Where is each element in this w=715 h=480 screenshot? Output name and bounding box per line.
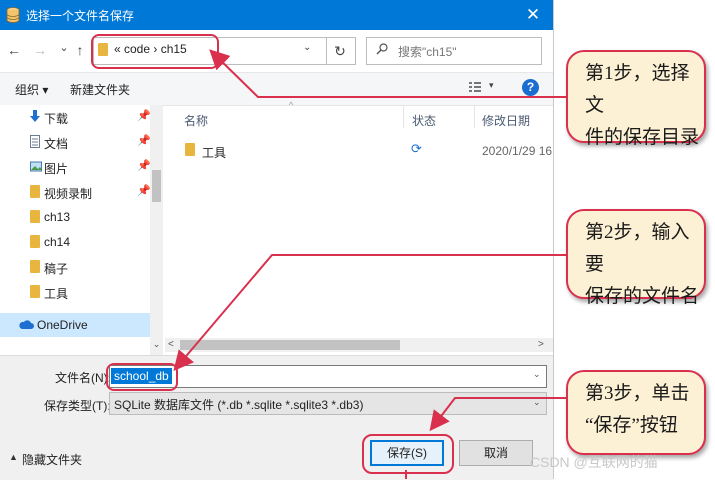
sidebar-item-label: 文档 (44, 137, 69, 151)
cancel-button[interactable]: 取消 (459, 440, 533, 466)
chevron-down-icon[interactable]: ⌄ (533, 369, 541, 380)
sidebar-item-label: ch14 (44, 235, 71, 249)
sidebar-item-label: 稿子 (44, 262, 69, 276)
download-arrow-icon (30, 110, 40, 122)
annotation-line: “保存”按钮 (585, 415, 678, 436)
annotation-line: 第1步，选择文 (585, 63, 690, 116)
sidebar-item-ch14[interactable]: ch14 (0, 230, 150, 254)
sort-caret-icon: ^ (289, 100, 294, 110)
sidebar-item-downloads[interactable]: 下载 📌 (0, 105, 151, 129)
sidebar-item-drafts[interactable]: 稿子 (0, 255, 150, 279)
annotation-line: 件的保存目录 (585, 127, 700, 148)
watermark: CSDN @互联网的猫 (530, 454, 658, 470)
sidebar-item-label: 图片 (44, 162, 69, 176)
view-dropdown-icon[interactable]: ▾ (489, 80, 494, 91)
organize-menu-button[interactable]: 组织 ▾ (15, 81, 48, 98)
column-header-name[interactable]: 名称 (184, 112, 208, 129)
refresh-icon[interactable]: ↻ (325, 37, 356, 65)
view-options-icon[interactable] (468, 80, 482, 94)
cloud-icon (19, 320, 34, 329)
sidebar-item-documents[interactable]: 文档 📌 (0, 130, 151, 154)
sidebar-item-pictures[interactable]: 图片 📌 (0, 155, 151, 179)
file-row-date: 2020/1/29 16 (482, 144, 553, 158)
column-header-date-modified[interactable]: 修改日期 (482, 112, 530, 129)
annotation-ring-save (362, 434, 454, 474)
up-arrow-icon[interactable]: ↑ (72, 41, 88, 59)
pin-icon[interactable]: 📌 (137, 134, 151, 147)
column-divider[interactable] (474, 106, 475, 128)
document-icon (30, 135, 40, 148)
annotation-line: 第2步，输入要 (585, 222, 690, 275)
sidebar-scrollbar[interactable] (150, 105, 163, 355)
sidebar-item-label: 下载 (44, 112, 69, 126)
chevron-left-icon[interactable]: < (168, 339, 174, 350)
column-divider[interactable] (403, 106, 404, 128)
column-header-status[interactable]: 状态 (412, 112, 436, 129)
file-row-name[interactable]: 工具 (202, 144, 226, 161)
window-title: 选择一个文件名保存 (26, 9, 135, 23)
filetype-label: 保存类型(T): (44, 399, 111, 413)
sidebar-item-ch13[interactable]: ch13 (0, 205, 150, 229)
sidebar-item-onedrive[interactable]: OneDrive (0, 313, 150, 337)
chevron-down-icon[interactable]: ⌄ (150, 339, 163, 350)
folder-icon (30, 185, 40, 198)
back-arrow-icon[interactable]: ← (6, 41, 22, 59)
sidebar-item-label: OneDrive (37, 318, 88, 332)
hide-folders-toggle[interactable]: 隐藏文件夹 (22, 451, 82, 468)
sidebar-item-label: ch13 (44, 210, 71, 224)
folder-icon (30, 260, 40, 273)
chevron-down-icon[interactable]: ⌄ (303, 42, 311, 53)
folder-icon (185, 143, 195, 156)
sidebar-scroll-thumb[interactable] (152, 170, 161, 202)
folder-icon (30, 210, 40, 223)
chevron-up-icon[interactable]: ▲ (9, 452, 18, 462)
chevron-right-icon[interactable]: > (538, 339, 544, 350)
pin-icon[interactable]: 📌 (137, 159, 151, 172)
filename-label: 文件名(N): (55, 371, 111, 385)
sidebar-item-label: 工具 (44, 287, 69, 301)
annotation-step2: 第2步，输入要 保存的文件名 (566, 209, 706, 307)
chevron-down-icon[interactable]: ⌄ (533, 397, 541, 408)
sidebar-item-label: 视频录制 (44, 187, 93, 201)
database-icon (6, 7, 20, 23)
sidebar-item-video-recordings[interactable]: 视频录制 📌 (0, 180, 151, 204)
pin-icon[interactable]: 📌 (137, 184, 151, 197)
annotation-line: 保存的文件名 (585, 286, 700, 307)
horizontal-scroll-thumb[interactable] (180, 340, 400, 350)
search-input[interactable]: 搜索"ch15" (398, 43, 457, 60)
annotation-line: 第3步，单击 (585, 383, 690, 404)
folder-icon (30, 235, 40, 248)
annotation-ring-filename (106, 363, 178, 391)
pin-icon[interactable]: 📌 (137, 109, 151, 122)
folder-icon (30, 285, 40, 298)
sync-icon: ⟳ (411, 141, 422, 156)
forward-arrow-icon[interactable]: → (32, 41, 48, 59)
close-icon[interactable]: ✕ (522, 5, 544, 25)
search-icon (376, 43, 388, 55)
sidebar-item-tools[interactable]: 工具 (0, 280, 150, 304)
annotation-step3: 第3步，单击 “保存”按钮 (566, 370, 706, 455)
recent-locations-icon[interactable]: ⌄ (56, 39, 72, 57)
picture-icon (30, 161, 42, 172)
annotation-ring-address (91, 34, 219, 69)
help-icon[interactable]: ? (522, 79, 539, 96)
new-folder-button[interactable]: 新建文件夹 (70, 81, 130, 98)
filetype-value[interactable]: SQLite 数据库文件 (*.db *.sqlite *.sqlite3 *.… (114, 396, 363, 413)
annotation-step1: 第1步，选择文 件的保存目录 (566, 50, 706, 148)
